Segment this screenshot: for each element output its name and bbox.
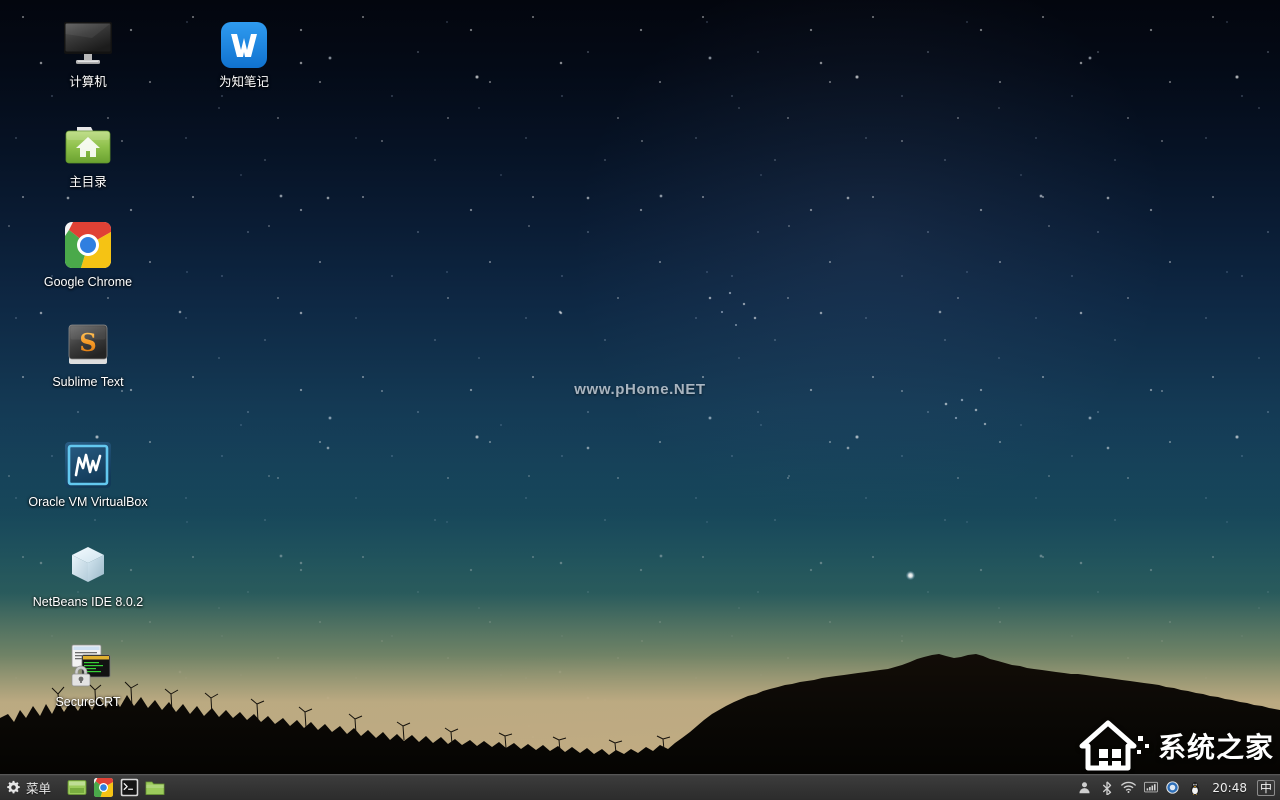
network-icon[interactable] (1143, 780, 1158, 795)
desktop-icon-label: 主目录 (69, 175, 107, 189)
desktop-icon-computer[interactable]: 计算机 (36, 14, 140, 91)
chrome-icon (93, 778, 113, 797)
monitor-icon (36, 14, 140, 68)
desktop-icon-label: NetBeans IDE 8.0.2 (32, 595, 144, 609)
launcher-show-desktop[interactable] (66, 777, 88, 799)
securecrt-lock-icon (0, 634, 178, 688)
window-list[interactable] (166, 776, 1077, 800)
bluetooth-icon[interactable] (1099, 780, 1114, 795)
desktop-icon-securecrt[interactable]: SecureCRT (0, 634, 178, 711)
launcher-chrome[interactable] (92, 777, 114, 799)
desktop-icon-label: Google Chrome (43, 275, 133, 289)
desktop-icon-wiznote[interactable]: 为知笔记 (192, 14, 296, 91)
desktop-icon-label: 为知笔记 (218, 75, 269, 89)
clock[interactable]: 20:48 (1209, 781, 1250, 795)
wiznote-w-icon (192, 14, 296, 68)
terminal-icon (120, 778, 138, 797)
desktop-icon-chrome[interactable]: Google Chrome (0, 214, 178, 291)
show-desktop-icon (67, 779, 87, 795)
taskbar[interactable]: 菜单 20:48 中 (0, 774, 1280, 800)
menu-button[interactable]: 菜单 (0, 776, 58, 800)
menu-button-label: 菜单 (26, 781, 52, 796)
system-tray: 20:48 中 (1077, 776, 1280, 800)
penguin-icon[interactable] (1187, 780, 1202, 795)
input-method-icon[interactable] (1165, 780, 1180, 795)
chrome-icon (0, 214, 178, 268)
launcher-terminal[interactable] (118, 777, 140, 799)
desktop[interactable]: www.pHome.NET 计算机 为知笔记 主目录 Google Chrome… (0, 0, 1280, 800)
svg-text:S: S (79, 328, 96, 357)
desktop-icon-home[interactable]: 主目录 (36, 114, 140, 191)
netbeans-cube-icon (0, 534, 178, 588)
launcher-bar (66, 777, 166, 799)
desktop-icon-label: Oracle VM VirtualBox (28, 495, 148, 509)
wifi-icon[interactable] (1121, 780, 1137, 795)
desktop-wallpaper (0, 0, 1280, 800)
desktop-icon-label: 计算机 (69, 75, 107, 89)
desktop-icon-virtualbox[interactable]: Oracle VM VirtualBox (0, 434, 178, 511)
desktop-icon-label: SecureCRT (55, 695, 121, 709)
launcher-file-manager[interactable] (144, 777, 166, 799)
language-indicator[interactable]: 中 (1256, 779, 1275, 796)
sublime-text-icon: S (0, 314, 178, 368)
desktop-icon-label: Sublime Text (52, 375, 124, 389)
desktop-icon-netbeans[interactable]: NetBeans IDE 8.0.2 (0, 534, 178, 611)
user-icon[interactable] (1077, 780, 1092, 795)
home-folder-icon (36, 114, 140, 168)
folder-icon (145, 781, 165, 795)
virtualbox-icon (0, 434, 178, 488)
desktop-icon-sublime-text[interactable]: S Sublime Text (0, 314, 178, 391)
gear-icon (7, 780, 20, 794)
